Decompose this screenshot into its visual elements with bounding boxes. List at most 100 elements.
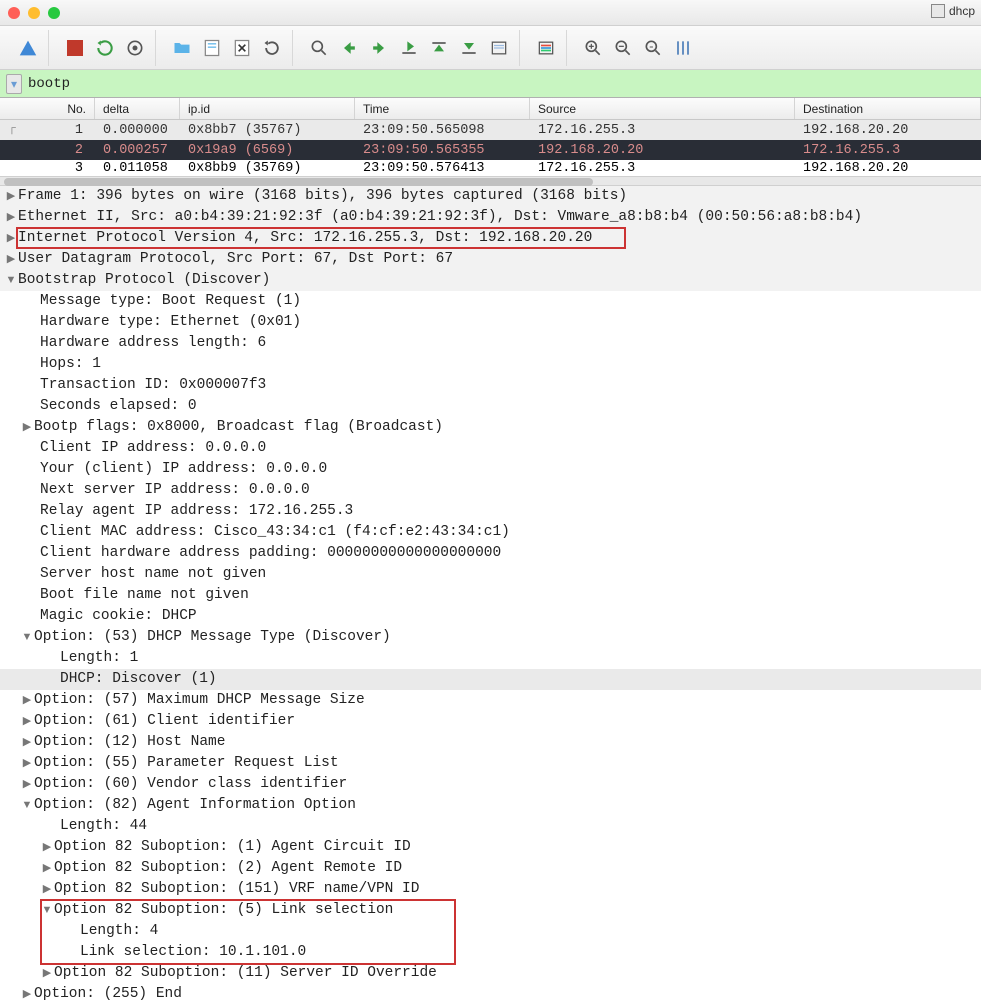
detail-field: Option: (53) DHCP Message Type (Discover… (34, 627, 391, 648)
bookmark-icon[interactable]: ▾ (6, 74, 22, 94)
collapse-icon[interactable]: ▼ (20, 795, 34, 816)
detail-field: Boot file name not given (40, 585, 249, 606)
detail-field: Hardware type: Ethernet (0x01) (40, 312, 301, 333)
goto-packet-button[interactable] (395, 34, 423, 62)
expand-icon[interactable]: ▶ (20, 732, 34, 753)
detail-field: Option 82 Suboption: (151) VRF name/VPN … (54, 879, 419, 900)
zoom-in-button[interactable] (579, 34, 607, 62)
save-file-button[interactable] (198, 34, 226, 62)
goto-first-button[interactable] (425, 34, 453, 62)
packet-list[interactable]: 1 0.000000 0x8bb7 (35767) 23:09:50.56509… (0, 120, 981, 176)
detail-field: Next server IP address: 0.0.0.0 (40, 480, 310, 501)
wireshark-logo-icon[interactable] (14, 34, 42, 62)
col-ipid[interactable]: ip.id (180, 98, 355, 119)
detail-field: Length: 1 (60, 648, 138, 669)
detail-field: Option: (255) End (34, 984, 182, 1005)
detail-frame: Frame 1: 396 bytes on wire (3168 bits), … (18, 186, 627, 207)
zoom-reset-button[interactable]: = (639, 34, 667, 62)
expand-icon[interactable]: ▶ (20, 753, 34, 774)
go-forward-button[interactable] (365, 34, 393, 62)
detail-eth: Ethernet II, Src: a0:b4:39:21:92:3f (a0:… (18, 207, 862, 228)
detail-field: Length: 44 (60, 816, 147, 837)
detail-field: Option: (55) Parameter Request List (34, 753, 339, 774)
reload-button[interactable] (258, 34, 286, 62)
col-time[interactable]: Time (355, 98, 530, 119)
expand-icon[interactable]: ▶ (20, 711, 34, 732)
window-controls (8, 7, 60, 19)
detail-field: Hops: 1 (40, 354, 101, 375)
detail-field: Client MAC address: Cisco_43:34:c1 (f4:c… (40, 522, 510, 543)
expand-icon[interactable]: ▶ (4, 228, 18, 249)
detail-field: Option 82 Suboption: (2) Agent Remote ID (54, 858, 402, 879)
detail-field: Seconds elapsed: 0 (40, 396, 197, 417)
expand-icon[interactable]: ▶ (4, 249, 18, 270)
packet-list-header: No. delta ip.id Time Source Destination (0, 98, 981, 120)
expand-icon[interactable]: ▶ (40, 879, 54, 900)
detail-field: Bootp flags: 0x8000, Broadcast flag (Bro… (34, 417, 443, 438)
expand-icon[interactable]: ▶ (4, 207, 18, 228)
detail-field: Hardware address length: 6 (40, 333, 266, 354)
window-title: dhcp (931, 4, 975, 18)
expand-icon[interactable]: ▶ (40, 858, 54, 879)
related-marker-icon: ┌ (8, 122, 16, 134)
svg-text:=: = (649, 43, 653, 50)
window-title-text: dhcp (949, 4, 975, 18)
minimize-icon[interactable] (28, 7, 40, 19)
display-filter-input[interactable] (28, 76, 975, 92)
expand-icon[interactable]: ▶ (20, 417, 34, 438)
close-file-button[interactable] (228, 34, 256, 62)
open-file-button[interactable] (168, 34, 196, 62)
detail-field: Option: (82) Agent Information Option (34, 795, 356, 816)
detail-bootp-header: Bootstrap Protocol (Discover) (18, 270, 270, 291)
filter-bar: ▾ (0, 70, 981, 98)
detail-field: Option: (61) Client identifier (34, 711, 295, 732)
packet-list-scrollbar[interactable] (0, 176, 981, 186)
detail-field: Magic cookie: DHCP (40, 606, 197, 627)
auto-scroll-button[interactable] (485, 34, 513, 62)
capture-options-button[interactable] (121, 34, 149, 62)
find-button[interactable] (305, 34, 333, 62)
expand-icon[interactable]: ▶ (40, 963, 54, 984)
detail-field: Server host name not given (40, 564, 266, 585)
detail-field: Length: 4 (80, 921, 158, 942)
packet-row[interactable]: 2 0.000257 0x19a9 (6569) 23:09:50.565355… (0, 140, 981, 160)
titlebar: dhcp (0, 0, 981, 26)
expand-icon[interactable]: ▶ (20, 984, 34, 1005)
expand-icon[interactable]: ▶ (40, 837, 54, 858)
detail-field: Option 82 Suboption: (1) Agent Circuit I… (54, 837, 411, 858)
detail-ip: Internet Protocol Version 4, Src: 172.16… (18, 228, 592, 249)
col-no[interactable]: No. (0, 98, 95, 119)
detail-field: Relay agent IP address: 172.16.255.3 (40, 501, 353, 522)
expand-icon[interactable]: ▶ (4, 186, 18, 207)
packet-details[interactable]: ▶Frame 1: 396 bytes on wire (3168 bits),… (0, 186, 981, 1005)
collapse-icon[interactable]: ▼ (40, 900, 54, 921)
detail-field: Option: (57) Maximum DHCP Message Size (34, 690, 365, 711)
packet-row[interactable]: 3 0.011058 0x8bb9 (35769) 23:09:50.57641… (0, 160, 981, 176)
collapse-icon[interactable]: ▼ (4, 270, 18, 291)
detail-field: Option: (60) Vendor class identifier (34, 774, 347, 795)
maximize-icon[interactable] (48, 7, 60, 19)
col-delta[interactable]: delta (95, 98, 180, 119)
goto-last-button[interactable] (455, 34, 483, 62)
detail-field: Your (client) IP address: 0.0.0.0 (40, 459, 327, 480)
detail-field: Client hardware address padding: 0000000… (40, 543, 501, 564)
packet-row[interactable]: 1 0.000000 0x8bb7 (35767) 23:09:50.56509… (0, 120, 981, 140)
zoom-out-button[interactable] (609, 34, 637, 62)
col-destination[interactable]: Destination (795, 98, 981, 119)
detail-field: Message type: Boot Request (1) (40, 291, 301, 312)
colorize-button[interactable] (532, 34, 560, 62)
close-icon[interactable] (8, 7, 20, 19)
expand-icon[interactable]: ▶ (20, 774, 34, 795)
detail-field: Option 82 Suboption: (5) Link selection (54, 900, 393, 921)
go-back-button[interactable] (335, 34, 363, 62)
expand-icon[interactable]: ▶ (20, 690, 34, 711)
collapse-icon[interactable]: ▼ (20, 627, 34, 648)
detail-field: DHCP: Discover (1) (60, 669, 217, 690)
resize-columns-button[interactable] (669, 34, 697, 62)
col-source[interactable]: Source (530, 98, 795, 119)
stop-capture-button[interactable] (61, 34, 89, 62)
detail-udp: User Datagram Protocol, Src Port: 67, Ds… (18, 249, 453, 270)
restart-capture-button[interactable] (91, 34, 119, 62)
detail-field: Option 82 Suboption: (11) Server ID Over… (54, 963, 437, 984)
detail-field: Option: (12) Host Name (34, 732, 225, 753)
